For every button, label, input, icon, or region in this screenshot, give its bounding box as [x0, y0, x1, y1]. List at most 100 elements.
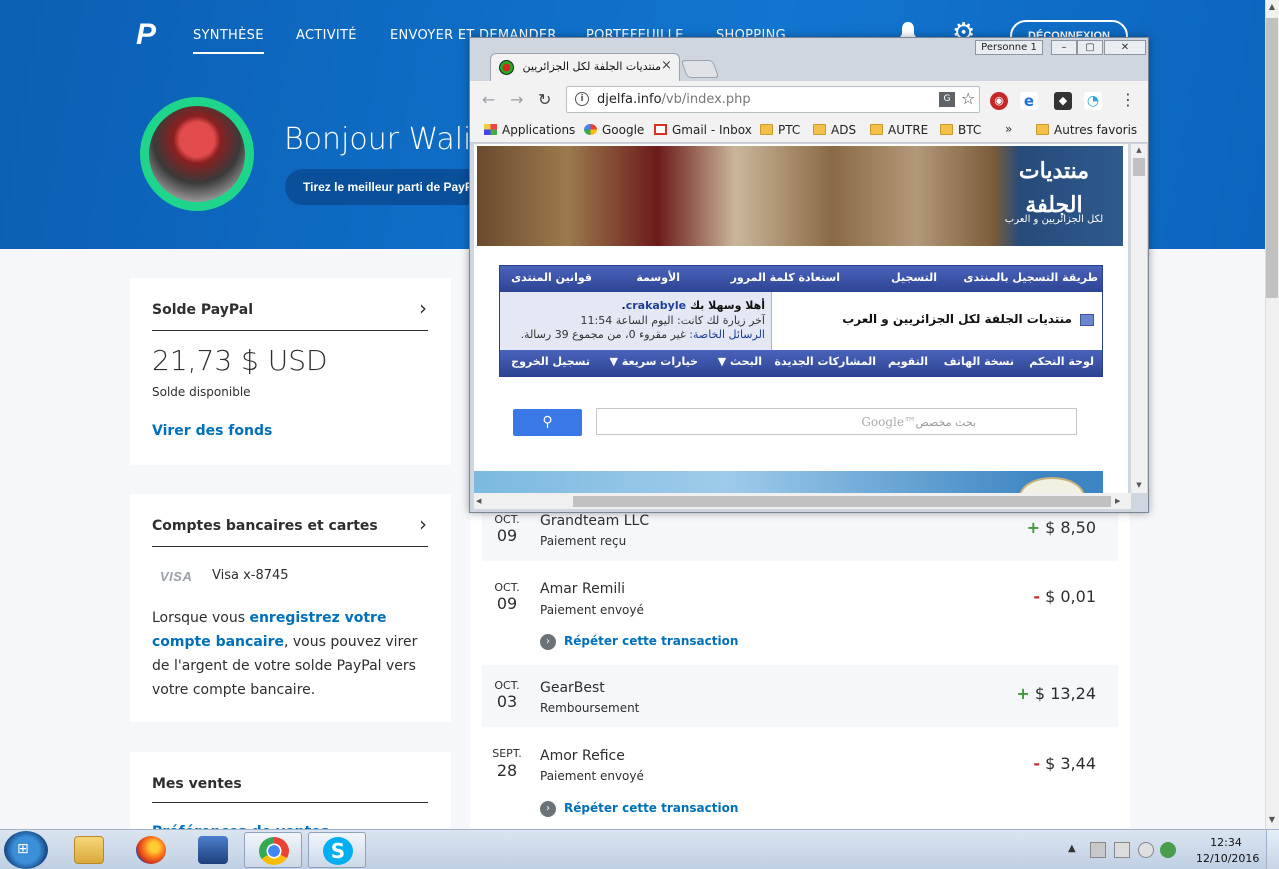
vertical-scroll-thumb[interactable] [1133, 158, 1145, 176]
username-link[interactable]: crakabyle [626, 299, 686, 312]
scroll-up-icon[interactable]: ▲ [1131, 144, 1147, 156]
page-scroll-thumb[interactable] [1266, 18, 1278, 298]
forum-link-register[interactable]: التسجيل [891, 271, 937, 284]
more-bookmarks-icon[interactable]: » [1005, 122, 1012, 136]
forum-link-control-panel[interactable]: لوحة التحكم [1029, 355, 1094, 368]
tray-network-icon[interactable] [1114, 842, 1130, 858]
new-tab-button[interactable] [680, 60, 720, 78]
content-vertical-scrollbar[interactable] [1131, 144, 1147, 493]
extension-icon[interactable]: e [1020, 92, 1038, 110]
minimize-icon[interactable]: – [1051, 40, 1077, 55]
folder-icon [1036, 124, 1049, 135]
show-desktop-button[interactable] [1266, 830, 1279, 869]
search-button[interactable]: ⚲ [513, 409, 582, 436]
avatar[interactable] [140, 97, 254, 211]
chevron-right-icon[interactable]: › [419, 512, 427, 536]
scroll-down-icon[interactable]: ▼ [1266, 815, 1278, 827]
repeat-transaction-link[interactable]: Répéter cette transaction [564, 801, 738, 815]
tray-expand-icon[interactable]: ▲ [1068, 843, 1076, 854]
bookmark-folder-ads[interactable]: ADS [813, 123, 856, 137]
tray-flag-icon[interactable] [1090, 842, 1106, 858]
url-text[interactable]: djelfa.info/vb/index.php [597, 92, 751, 107]
transaction-row[interactable]: SEPT. 28 Amor Refice Paiement envoyé - $… [482, 735, 1118, 829]
back-arrow-icon[interactable]: ← [482, 90, 495, 109]
chevron-right-icon: › [540, 801, 556, 817]
transaction-row[interactable]: OCT. 03 GearBest Remboursement + $ 13,24 [482, 665, 1118, 727]
forum-link-rules[interactable]: قوانين المنتدى [511, 271, 592, 284]
forum-link-logout[interactable]: تسجيل الخروج [511, 355, 590, 368]
search-input[interactable]: بحث مخصص Google™ [596, 408, 1077, 435]
star-icon[interactable]: ☆ [961, 89, 975, 108]
volume-icon[interactable] [1138, 842, 1154, 858]
balance-card-title[interactable]: Solde PayPal [152, 302, 253, 318]
forum-link-medals[interactable]: الأوسمة [636, 271, 680, 284]
nav-activity[interactable]: ACTIVITÉ [296, 28, 357, 43]
bookmark-label: Google [602, 123, 645, 137]
scroll-up-icon[interactable]: ▲ [1266, 2, 1278, 14]
bookmark-gmail[interactable]: Gmail - Inbox [654, 123, 752, 137]
nav-summary[interactable]: SYNTHÈSE [193, 28, 264, 54]
scroll-left-icon[interactable]: ◀ [476, 493, 488, 509]
browser-tab[interactable]: منتديات الجلفة لكل الجزائريين و × [490, 53, 680, 81]
bookmark-folder-btc[interactable]: BTC [940, 123, 981, 137]
tx-amount: - $ 0,01 [1033, 587, 1096, 606]
maximize-icon[interactable]: ▢ [1077, 40, 1103, 55]
info-icon[interactable]: i [575, 92, 589, 106]
profile-button[interactable]: Personne 1 [975, 40, 1043, 55]
transaction-row[interactable]: OCT. 09 Amar Remili Paiement envoyé - $ … [482, 569, 1118, 657]
tab-close-icon[interactable]: × [661, 58, 672, 73]
bookmark-google[interactable]: Google [584, 123, 644, 137]
tx-month: OCT. [494, 679, 520, 692]
taskbar-skype[interactable]: S [308, 832, 366, 868]
bookmark-folder-autre[interactable]: AUTRE [870, 123, 928, 137]
tray-app-icon[interactable] [1160, 842, 1176, 858]
taskbar-chrome[interactable] [244, 832, 302, 868]
balance-amount: 21,73 $ USD [152, 344, 328, 377]
forum-link-recover-password[interactable]: استعادة كلمة المرور [731, 271, 840, 284]
horizontal-scroll-thumb[interactable] [573, 496, 1111, 507]
transfer-funds-link[interactable]: Virer des fonds [152, 423, 272, 439]
forum-link-calendar[interactable]: التقويم [888, 355, 928, 368]
pm-count: غير مقروء 0، من مجموع 39 رسالة. [520, 328, 686, 341]
scroll-down-icon[interactable]: ▼ [1131, 478, 1147, 492]
sales-card-title[interactable]: Mes ventes [152, 776, 242, 792]
bookmark-other-folder[interactable]: Autres favoris [1036, 123, 1137, 137]
translate-icon[interactable]: G [939, 92, 955, 107]
clock-date[interactable]: 12/10/2016 [1196, 852, 1259, 865]
extension-icon[interactable]: ◔ [1084, 92, 1102, 110]
chevron-right-icon[interactable]: › [419, 296, 427, 320]
forum-link-search[interactable]: البحث ▼ [718, 355, 762, 368]
taskbar-explorer[interactable] [60, 832, 118, 868]
clock-time[interactable]: 12:34 [1196, 836, 1256, 849]
tx-sign: - [1033, 754, 1041, 773]
forward-arrow-icon[interactable]: → [510, 90, 523, 109]
paypal-logo[interactable]: P [136, 20, 166, 50]
scroll-right-icon[interactable]: ▶ [1115, 493, 1127, 509]
web-content: منتديات الجلفة لكل الجزائريين و العرب طر… [474, 144, 1128, 493]
taskbar-firefox[interactable] [122, 832, 180, 868]
tx-type: Paiement reçu [540, 534, 627, 548]
menu-dots-icon[interactable]: ⋮ [1120, 90, 1136, 109]
search-placeholder: بحث مخصص [915, 416, 976, 429]
close-icon[interactable]: ✕ [1104, 40, 1146, 55]
taskbar-network[interactable] [184, 832, 242, 868]
bookmark-folder-ptc[interactable]: PTC [760, 123, 800, 137]
bank-card-title[interactable]: Comptes bancaires et cartes [152, 518, 378, 534]
tab-title: منتديات الجلفة لكل الجزائريين و [521, 60, 661, 73]
tx-type: Remboursement [540, 701, 640, 715]
forum-link-new-posts[interactable]: المشاركات الجديدة [774, 355, 876, 368]
extension-icon[interactable]: ◉ [990, 92, 1008, 110]
reload-icon[interactable]: ↻ [538, 90, 551, 109]
transaction-row[interactable]: OCT. 09 Grandteam LLC Paiement reçu + $ … [482, 505, 1118, 561]
pm-link[interactable]: الرسائل الخاصة: [689, 328, 765, 341]
forum-name[interactable]: منتديات الجلفة لكل الجزائريين و العرب [842, 312, 1072, 326]
extension-icon[interactable]: ◆ [1054, 92, 1072, 110]
address-bar[interactable]: i djelfa.info/vb/index.php G ☆ [566, 86, 980, 113]
forum-link-mobile[interactable]: نسخة الهاتف [944, 355, 1014, 368]
forum-link-quick-options[interactable]: خيارات سريعة ▼ [609, 355, 698, 368]
tx-name: GearBest [540, 680, 605, 696]
promo-button[interactable]: Tirez le meilleur parti de PayPal [285, 169, 485, 205]
forum-link-register-howto[interactable]: طريقة التسجيل بالمنتدى [963, 271, 1098, 284]
repeat-transaction-link[interactable]: Répéter cette transaction [564, 634, 738, 648]
bookmark-apps[interactable]: Applications [484, 123, 575, 137]
